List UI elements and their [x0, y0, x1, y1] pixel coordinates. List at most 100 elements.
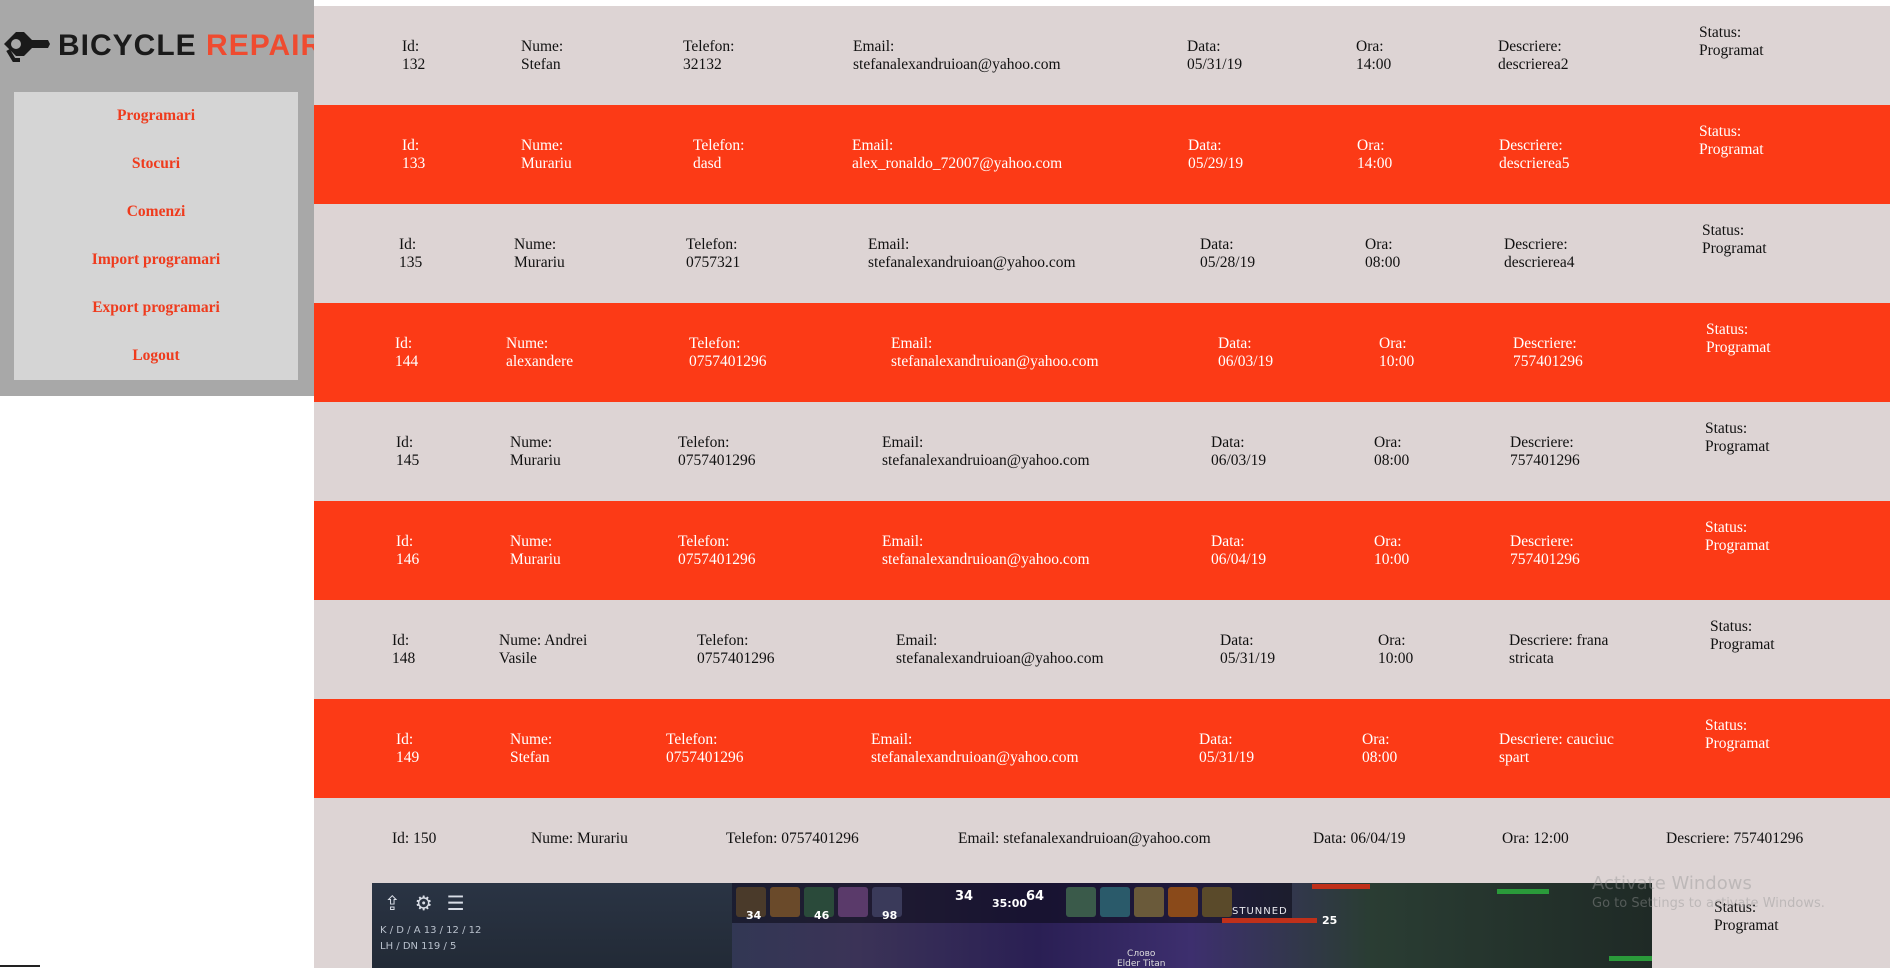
menu-item-export-programari[interactable]: Export programari	[14, 284, 298, 332]
hero-portrait	[1134, 887, 1164, 917]
cell-descriere: Descriere: 757401296	[1513, 335, 1583, 370]
menu-item-logout[interactable]: Logout	[14, 332, 298, 380]
appointment-row[interactable]: Id: 146 Nume: Murariu Telefon: 075740129…	[314, 501, 1890, 600]
hero-portrait	[770, 887, 800, 917]
cell-nume: Nume: Murariu	[510, 434, 561, 469]
cell-id: Id: 150	[392, 830, 437, 847]
cell-telefon: Telefon: 0757321	[686, 236, 741, 271]
cell-email: Email: stefanalexandruioan@yahoo.com	[882, 533, 1090, 568]
cell-data: Data: 05/28/19	[1200, 236, 1256, 271]
appointment-row[interactable]: Id: 135 Nume: Murariu Telefon: 0757321 E…	[314, 204, 1890, 303]
cell-telefon: Telefon: 0757401296	[678, 434, 756, 469]
overlay-health-bar	[1222, 918, 1317, 923]
cell-status: Status: Programat	[1710, 618, 1775, 653]
cell-data: Data: 06/04/19	[1313, 830, 1406, 847]
cell-id: Id: 144	[395, 335, 419, 370]
hero-portrait	[1066, 887, 1096, 917]
cell-ora: Ora: 14:00	[1357, 137, 1393, 172]
overlay-hud-panel: ⇪ ⚙ ☰ K / D / A 13 / 12 / 12 LH / DN 119…	[372, 883, 732, 968]
appointments-list: Id: 132 Nume: Stefan Telefon: 32132 Emai…	[314, 6, 1890, 968]
cell-email: Email: stefanalexandruioan@yahoo.com	[896, 632, 1104, 667]
overlay-score-right: 64	[1026, 889, 1045, 904]
sidebar: BICYCLE REPAIR Programari Stocuri Comenz…	[0, 0, 322, 396]
cell-status: Status: Programat	[1702, 222, 1767, 257]
cell-email: Email: stefanalexandruioan@yahoo.com	[853, 38, 1061, 73]
cell-descriere: Descriere: frana stricata	[1509, 632, 1609, 667]
cell-ora: Ora: 14:00	[1356, 38, 1392, 73]
cell-email: Email: alex_ronaldo_72007@yahoo.com	[852, 137, 1063, 172]
cell-id: Id: 135	[399, 236, 423, 271]
gear-icon[interactable]: ⚙	[415, 891, 433, 915]
bottom-divider	[0, 965, 40, 967]
cell-descriere: Descriere: 757401296	[1510, 533, 1580, 568]
appointment-row[interactable]: Id: 133 Nume: Murariu Telefon: dasd Emai…	[314, 105, 1890, 204]
menu-item-programari[interactable]: Programari	[14, 92, 298, 140]
game-overlay: ⇪ ⚙ ☰ K / D / A 13 / 12 / 12 LH / DN 119…	[372, 883, 1652, 968]
overlay-num: 46	[814, 909, 830, 922]
cell-data: Data: 05/31/19	[1220, 632, 1276, 667]
overlay-hero-bar: 34 46 98 34 35:00 64	[732, 883, 1292, 923]
cell-nume: Nume: Andrei Vasile	[499, 632, 588, 667]
cell-data: Data: 05/29/19	[1188, 137, 1244, 172]
cell-telefon: Telefon: 32132	[683, 38, 735, 73]
menu-item-comenzi[interactable]: Comenzi	[14, 188, 298, 236]
appointment-row[interactable]: Id: 144 Nume: alexandere Telefon: 075740…	[314, 303, 1890, 402]
cell-status: Status: Programat	[1705, 519, 1770, 554]
cell-id: Id: 149	[396, 731, 420, 766]
cell-telefon: Telefon: 0757401296	[726, 830, 859, 847]
cell-ora: Ora: 12:00	[1502, 830, 1569, 847]
cell-nume: Nume: Murariu	[521, 137, 572, 172]
appointment-row[interactable]: Id: 132 Nume: Stefan Telefon: 32132 Emai…	[314, 6, 1890, 105]
cell-nume: Nume: Murariu	[510, 533, 561, 568]
menu-item-stocuri[interactable]: Stocuri	[14, 140, 298, 188]
cell-descriere: Descriere: 757401296	[1666, 830, 1804, 847]
menu-icon[interactable]: ☰	[447, 891, 465, 915]
hero-portrait	[1100, 887, 1130, 917]
hero-portrait	[838, 887, 868, 917]
overlay-stunned-label: STUNNED	[1232, 906, 1288, 917]
overlay-level: 25	[1322, 914, 1338, 927]
cell-nume: Nume: Stefan	[510, 731, 553, 766]
cell-descriere: Descriere: cauciuc spart	[1499, 731, 1614, 766]
overlay-icons: ⇪ ⚙ ☰	[384, 891, 465, 915]
cell-status: Status: Programat	[1705, 420, 1770, 455]
logo-word-bicycle: BICYCLE	[58, 29, 197, 62]
hero-portrait	[1202, 887, 1232, 917]
sidebar-menu: Programari Stocuri Comenzi Import progra…	[14, 92, 298, 380]
cell-data: Data: 06/03/19	[1211, 434, 1267, 469]
cell-nume: Nume: alexandere	[506, 335, 574, 370]
cell-email: Email: stefanalexandruioan@yahoo.com	[868, 236, 1076, 271]
overlay-caption: Слово Elder Titan	[1117, 949, 1166, 968]
cell-telefon: Telefon: 0757401296	[689, 335, 767, 370]
overlay-ally-bar	[1609, 956, 1652, 961]
cell-ora: Ora: 10:00	[1379, 335, 1415, 370]
cell-status: Status: Programat	[1699, 123, 1764, 158]
wrench-logo-icon	[4, 32, 50, 62]
cell-id: Id: 132	[402, 38, 426, 73]
cell-id: Id: 145	[396, 434, 420, 469]
cell-ora: Ora: 08:00	[1374, 434, 1410, 469]
cell-data: Data: 05/31/19	[1187, 38, 1243, 73]
appointment-row[interactable]: Id: 145 Nume: Murariu Telefon: 075740129…	[314, 402, 1890, 501]
appointment-row[interactable]: Id: 148 Nume: Andrei Vasile Telefon: 075…	[314, 600, 1890, 699]
menu-item-import-programari[interactable]: Import programari	[14, 236, 298, 284]
overlay-stats: K / D / A 13 / 12 / 12 LH / DN 119 / 5	[380, 925, 482, 952]
cell-telefon: Telefon: 0757401296	[678, 533, 756, 568]
overlay-enemy-bar	[1312, 884, 1370, 889]
cell-status: Status: Programat	[1699, 24, 1764, 59]
cell-telefon: Telefon: 0757401296	[666, 731, 744, 766]
overlay-num: 98	[882, 909, 898, 922]
cell-nume: Nume: Murariu	[514, 236, 565, 271]
overlay-score-left: 34	[955, 889, 974, 904]
cell-data: Data: 06/03/19	[1218, 335, 1274, 370]
cell-email: Email: stefanalexandruioan@yahoo.com	[871, 731, 1079, 766]
logo[interactable]: BICYCLE REPAIR	[0, 20, 322, 74]
cell-ora: Ora: 10:00	[1378, 632, 1414, 667]
cell-email: Email: stefanalexandruioan@yahoo.com	[958, 830, 1211, 847]
appointment-row[interactable]: Id: 149 Nume: Stefan Telefon: 0757401296…	[314, 699, 1890, 798]
cell-email: Email: stefanalexandruioan@yahoo.com	[882, 434, 1090, 469]
cell-telefon: Telefon: 0757401296	[697, 632, 775, 667]
cell-nume: Nume: Murariu	[531, 830, 628, 847]
upload-icon[interactable]: ⇪	[384, 891, 401, 915]
cell-descriere: Descriere: descrierea4	[1504, 236, 1575, 271]
